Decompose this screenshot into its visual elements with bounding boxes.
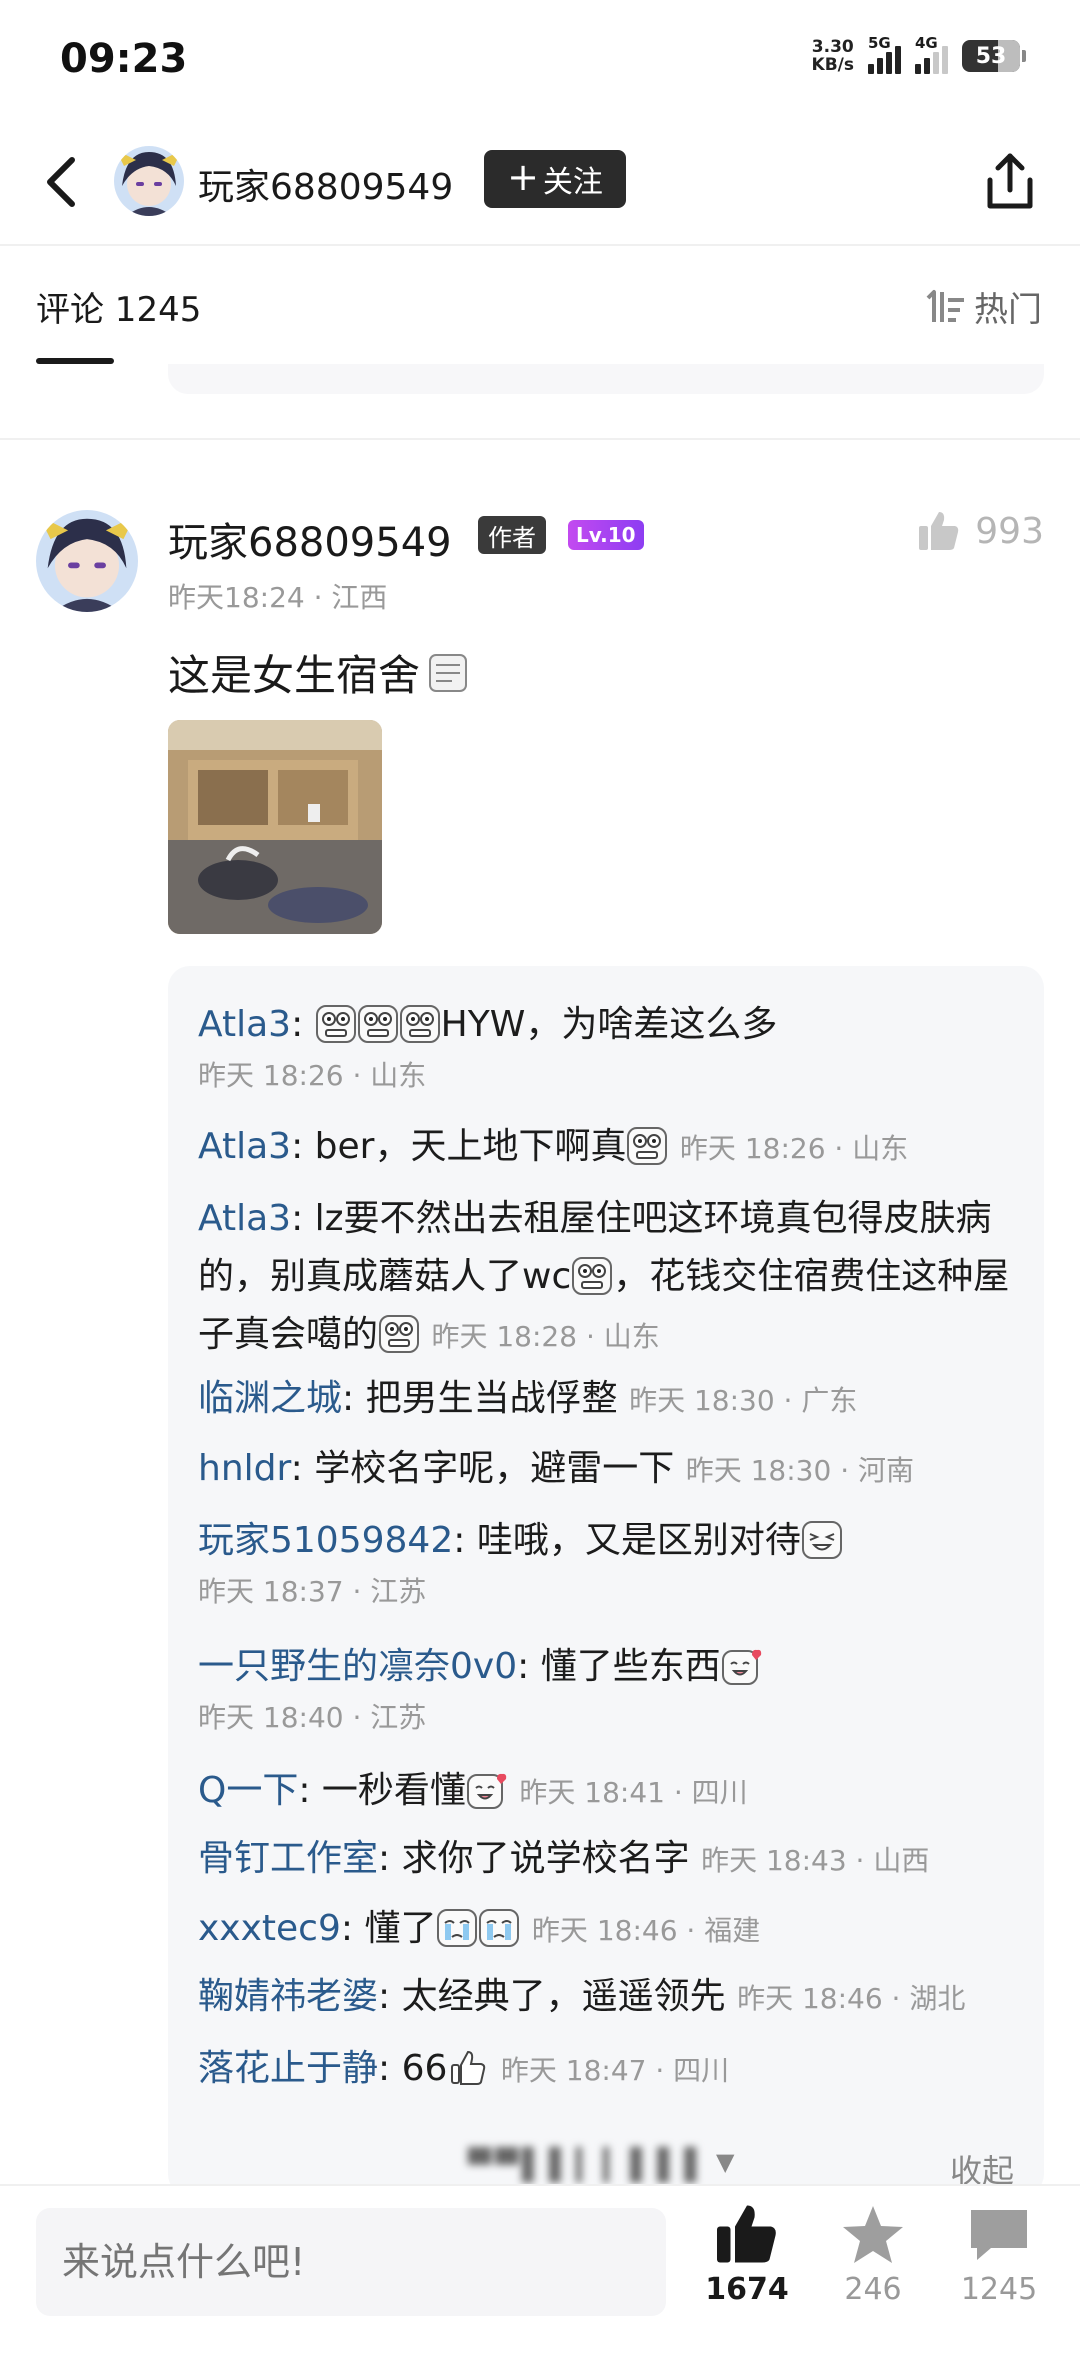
expand-more-button[interactable]: ▀▀▌▌▎▎▌▌▌ bbox=[468, 2148, 712, 2183]
nav-header: 玩家68809549 + 关注 bbox=[0, 130, 1080, 240]
reply-author[interactable]: Atla3 bbox=[198, 1198, 291, 1239]
reply-author[interactable]: 鞠婧祎老婆 bbox=[198, 1976, 378, 2017]
reply-item[interactable]: 玩家51059842: 哇哦，又是区别对待 昨天 18:37 · 江苏 bbox=[198, 1512, 1018, 1614]
crying-emoji-icon bbox=[437, 1909, 478, 1947]
crying-emoji-icon bbox=[479, 1909, 520, 1947]
favorite-button[interactable]: 246 bbox=[818, 2202, 928, 2307]
reply-time: 昨天 18:41 · 四川 bbox=[519, 1776, 748, 1809]
comment-bubble-icon bbox=[971, 2210, 1027, 2260]
reply-author[interactable]: 玩家51059842 bbox=[198, 1520, 453, 1561]
heart-face-emoji-icon bbox=[466, 1773, 507, 1809]
reply-author[interactable]: 临渊之城 bbox=[198, 1378, 342, 1419]
reply-time: 昨天 18:28 · 山东 bbox=[431, 1320, 660, 1353]
reply-author[interactable]: xxxtec9 bbox=[198, 1908, 341, 1949]
header-avatar[interactable] bbox=[114, 146, 184, 216]
reply-time: 昨天 18:37 · 江苏 bbox=[198, 1575, 427, 1608]
reply-item[interactable]: Atla3: lz要不然出去租屋住吧这环境真包得皮肤病的，别真成蘑菇人了wc ，花… bbox=[198, 1190, 1018, 1366]
like-button[interactable]: 1674 bbox=[692, 2202, 802, 2307]
thumbs-up-icon bbox=[717, 2205, 776, 2263]
header-username[interactable]: 玩家68809549 bbox=[198, 158, 453, 210]
reply-time: 昨天 18:30 · 广东 bbox=[629, 1384, 858, 1417]
sort-hot-button[interactable]: 热门 bbox=[924, 282, 1042, 331]
reply-item[interactable]: Atla3: ber，天上地下啊真 昨天 18:26 · 山东 bbox=[198, 1118, 1018, 1178]
reply-item[interactable]: Atla3: HYW，为啥差这么多 昨天 18:26 · 山东 bbox=[198, 996, 1018, 1098]
tab-indicator bbox=[36, 358, 114, 364]
reply-time: 昨天 18:46 · 福建 bbox=[531, 1914, 761, 1947]
reply-time: 昨天 18:43 · 山西 bbox=[701, 1844, 930, 1877]
reply-author[interactable]: Atla3 bbox=[198, 1126, 291, 1167]
author-badge: 作者 bbox=[478, 516, 546, 554]
grimace-emoji-icon bbox=[572, 1257, 613, 1295]
thumbs-up-emoji-icon bbox=[451, 2050, 486, 2085]
reply-item[interactable]: 落花止于静: 66 昨天 18:47 · 四川 bbox=[198, 2040, 1018, 2100]
header-divider bbox=[0, 244, 1080, 246]
plus-icon: + bbox=[507, 155, 539, 199]
comment-input[interactable] bbox=[36, 2208, 666, 2316]
reply-time: 昨天 18:30 · 河南 bbox=[685, 1454, 914, 1487]
comment-like-button[interactable]: 993 bbox=[917, 510, 1044, 552]
comment-image[interactable] bbox=[168, 720, 382, 934]
reply-author[interactable]: hnldr bbox=[198, 1448, 291, 1489]
reply-author[interactable]: Q一下 bbox=[198, 1770, 298, 1811]
status-icons: 3.30 KB/s 5G 4G 53 bbox=[811, 34, 1026, 75]
battery-icon: 53 bbox=[962, 40, 1026, 72]
reply-time: 昨天 18:40 · 江苏 bbox=[198, 1701, 427, 1734]
sort-icon bbox=[926, 289, 964, 322]
bottom-action-bar: 1674 246 1245 bbox=[0, 2184, 1080, 2376]
signal-4g-icon: 4G bbox=[915, 34, 948, 74]
reply-item[interactable]: hnldr: 学校名字呢，避雷一下 昨天 18:30 · 河南 bbox=[198, 1440, 1018, 1500]
star-icon bbox=[843, 2206, 903, 2263]
thumbs-up-icon bbox=[919, 512, 959, 550]
reply-author[interactable]: Atla3 bbox=[198, 1004, 291, 1045]
follow-button[interactable]: + 关注 bbox=[484, 150, 626, 208]
reply-time: 昨天 18:26 · 山东 bbox=[679, 1132, 909, 1165]
reply-time: 昨天 18:26 · 山东 bbox=[198, 1059, 427, 1092]
reply-time: 昨天 18:47 · 四川 bbox=[500, 2054, 730, 2087]
comment-button[interactable]: 1245 bbox=[944, 2202, 1054, 2307]
section-divider bbox=[0, 438, 1080, 440]
reply-item[interactable]: 骨钉工作室: 求你了说学校名字 昨天 18:43 · 山西 bbox=[198, 1830, 1018, 1890]
heart-face-emoji-icon bbox=[721, 1649, 761, 1685]
reply-author[interactable]: 骨钉工作室 bbox=[198, 1838, 378, 1879]
back-arrow-icon[interactable] bbox=[38, 152, 88, 212]
previous-card-edge bbox=[168, 364, 1044, 394]
reply-item[interactable]: 一只野生的凛奈0v0: 懂了些东西 昨天 18:40 · 江苏 bbox=[198, 1638, 1018, 1740]
status-bar: 09:23 3.30 KB/s 5G 4G 53 bbox=[0, 0, 1080, 120]
status-time: 09:23 bbox=[60, 36, 188, 82]
chevron-down-icon: ▼ bbox=[716, 2148, 735, 2176]
grimace-emoji-icon bbox=[379, 1315, 420, 1353]
comment-username[interactable]: 玩家68809549 bbox=[168, 510, 452, 568]
comment-avatar[interactable] bbox=[36, 510, 138, 612]
comment-meta: 昨天18:24 · 江西 bbox=[168, 581, 388, 614]
grimace-emoji-icon bbox=[315, 1005, 356, 1043]
grimace-emoji-icon bbox=[399, 1005, 440, 1043]
reply-time: 昨天 18:46 · 湖北 bbox=[737, 1982, 966, 2015]
laughing-emoji-icon bbox=[801, 1521, 842, 1559]
level-badge: Lv.10 bbox=[568, 520, 644, 550]
comment-text: 这是女生宿舍 bbox=[168, 642, 470, 703]
signal-5g-icon: 5G bbox=[868, 34, 901, 74]
reply-item[interactable]: Q一下: 一秒看懂 昨天 18:41 · 四川 bbox=[198, 1762, 1018, 1822]
reply-item[interactable]: 临渊之城: 把男生当战俘整 昨天 18:30 · 广东 bbox=[198, 1370, 1018, 1430]
grimace-emoji-icon bbox=[357, 1005, 398, 1043]
tab-comments[interactable]: 评论 1245 bbox=[36, 282, 201, 331]
reply-author[interactable]: 落花止于静 bbox=[198, 2048, 378, 2089]
sweat-emoji-icon bbox=[429, 653, 468, 692]
reply-author[interactable]: 一只野生的凛奈0v0 bbox=[198, 1646, 517, 1687]
share-icon[interactable] bbox=[980, 150, 1040, 214]
grimace-emoji-icon bbox=[627, 1127, 668, 1165]
reply-item[interactable]: 鞠婧祎老婆: 太经典了，遥遥领先 昨天 18:46 · 湖北 bbox=[198, 1968, 1018, 2028]
reply-item[interactable]: xxxtec9: 懂了 昨天 18:46 · 福建 bbox=[198, 1900, 1018, 1960]
network-speed: 3.30 KB/s bbox=[811, 37, 854, 75]
